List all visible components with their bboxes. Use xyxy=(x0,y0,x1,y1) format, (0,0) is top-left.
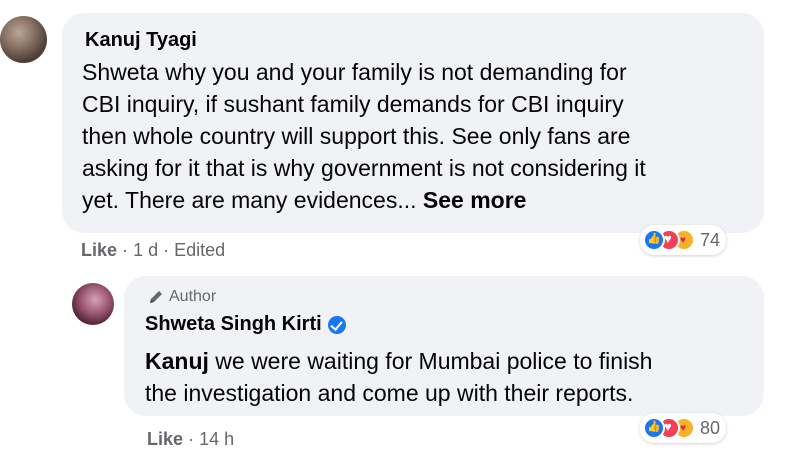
avatar[interactable] xyxy=(72,283,114,325)
like-icon xyxy=(643,229,665,251)
author-badge: Author xyxy=(148,288,216,306)
comment-line: CBI inquiry, if sushant family demands f… xyxy=(82,91,624,117)
like-icon xyxy=(643,417,665,439)
reply-line: Kanuj we were waiting for Mumbai police … xyxy=(145,345,652,377)
comment-meta: Like · 1 d · Edited xyxy=(81,240,225,261)
reactions-summary[interactable]: 80 xyxy=(640,413,727,443)
reply-line: the investigation and come up with their… xyxy=(145,380,634,406)
reply-text: Kanuj we were waiting for Mumbai police … xyxy=(145,345,652,409)
verified-badge-icon xyxy=(327,315,346,334)
reaction-count: 80 xyxy=(700,417,721,438)
comment-line: then whole country will support this. Se… xyxy=(82,123,631,149)
separator: · xyxy=(188,429,195,449)
comment-line: yet. There are many evidences... xyxy=(82,187,417,213)
see-more-link[interactable]: See more xyxy=(423,187,527,213)
reply-author-label[interactable]: Shweta Singh Kirti xyxy=(145,313,322,336)
reply-meta: Like · 14 h xyxy=(147,429,234,450)
reaction-count: 74 xyxy=(700,229,721,250)
separator: · xyxy=(163,240,170,260)
pencil-icon xyxy=(148,289,164,305)
reply-author-name[interactable]: Shweta Singh Kirti xyxy=(145,313,346,336)
like-button[interactable]: Like xyxy=(147,429,183,449)
mention-link[interactable]: Kanuj xyxy=(145,348,209,374)
reply-line-rest: we were waiting for Mumbai police to fin… xyxy=(208,348,653,374)
reply-timestamp[interactable]: 14 h xyxy=(199,429,234,449)
comment-author-name[interactable]: Kanuj Tyagi xyxy=(85,29,197,52)
edited-label[interactable]: Edited xyxy=(174,240,225,260)
like-button[interactable]: Like xyxy=(81,240,117,260)
comment-timestamp[interactable]: 1 d xyxy=(133,240,158,260)
separator: · xyxy=(122,240,129,260)
avatar[interactable] xyxy=(0,16,47,63)
comment-text: Shweta why you and your family is not de… xyxy=(82,56,646,216)
reactions-summary[interactable]: 74 xyxy=(640,225,727,255)
comment-line: Shweta why you and your family is not de… xyxy=(82,59,627,85)
comment-line-last: yet. There are many evidences... See mor… xyxy=(82,184,646,216)
comment-line: asking for it that is why government is … xyxy=(82,155,646,181)
author-badge-label: Author xyxy=(169,288,217,305)
